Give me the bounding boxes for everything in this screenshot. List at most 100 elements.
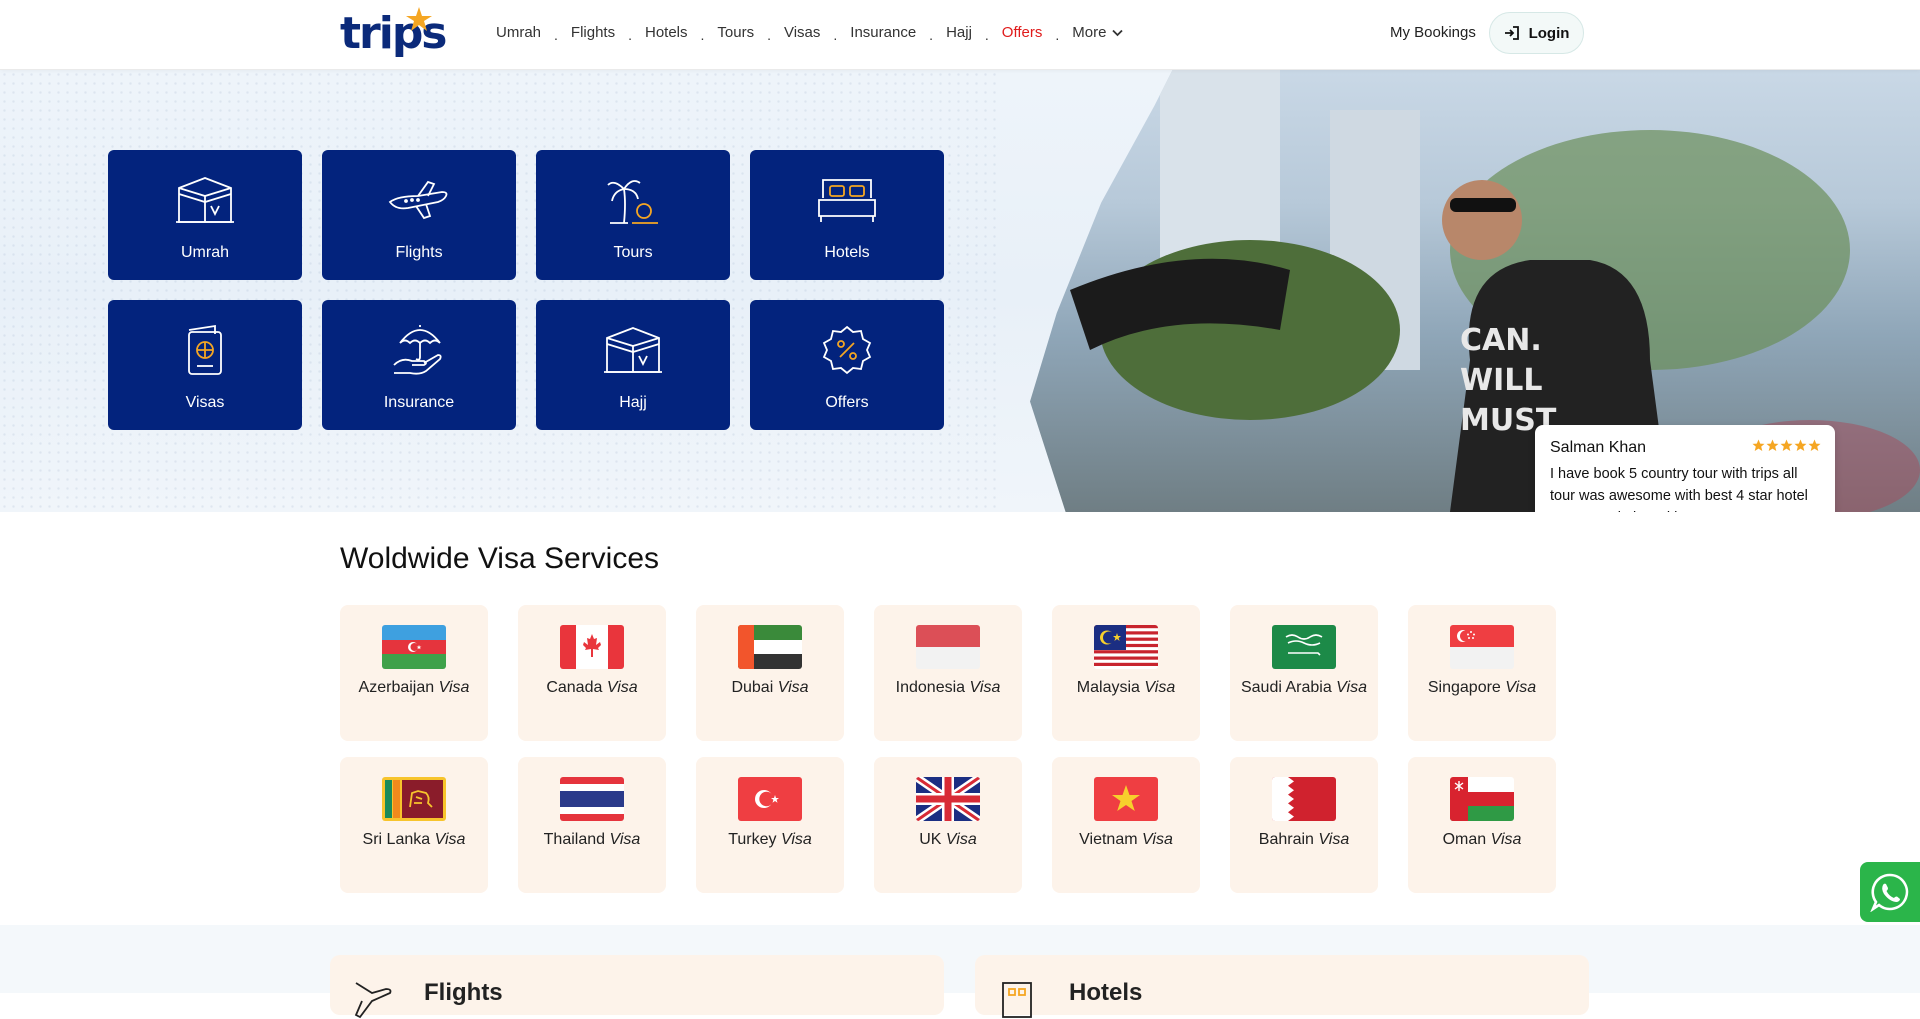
- visa-country-name: Thailand Visa: [543, 831, 641, 848]
- nav-umrah[interactable]: Umrah.: [496, 24, 571, 43]
- palm-tree-icon: [607, 180, 658, 224]
- tile-label: Umrah: [180, 244, 229, 261]
- kaaba-icon: [604, 327, 662, 373]
- visa-country-name: Indonesia Visa: [895, 679, 1001, 696]
- tile-flights[interactable]: Flights: [322, 150, 516, 280]
- my-bookings-link[interactable]: My Bookings: [1390, 24, 1476, 41]
- trips-logo[interactable]: trips: [340, 6, 447, 62]
- tile-tours[interactable]: Tours: [536, 150, 730, 280]
- visa-grid: Azerbaijan Visa Canada Visa Dubai Visa I…: [340, 605, 1556, 893]
- bed-icon: [818, 179, 876, 222]
- airplane-icon: [354, 982, 392, 1019]
- visa-card-indonesia[interactable]: Indonesia Visa: [874, 605, 1022, 741]
- nav-offers[interactable]: Offers.: [1002, 24, 1072, 43]
- tile-label: Flights: [395, 244, 443, 261]
- visa-card-saudi-arabia[interactable]: Saudi Arabia Visa: [1230, 605, 1378, 741]
- nav-hotels[interactable]: Hotels.: [645, 24, 717, 43]
- visa-card-azerbaijan[interactable]: Azerbaijan Visa: [340, 605, 488, 741]
- nav-more[interactable]: More: [1072, 24, 1124, 41]
- flights-panel-title: Flights: [424, 979, 503, 1006]
- tile-label: Offers: [825, 394, 869, 411]
- thailand-flag-icon: [560, 777, 624, 821]
- hotels-panel-title: Hotels: [1069, 979, 1143, 1006]
- visa-card-uk[interactable]: UK Visa: [874, 757, 1022, 893]
- tile-hajj[interactable]: Hajj: [536, 300, 730, 430]
- tile-hotels[interactable]: Hotels: [750, 150, 944, 280]
- tile-offers[interactable]: Offers: [750, 300, 944, 430]
- indonesia-flag-icon: [916, 625, 980, 669]
- visa-card-dubai[interactable]: Dubai Visa: [696, 605, 844, 741]
- visa-country-name: Turkey Visa: [728, 831, 812, 848]
- star-icon: [1752, 439, 1765, 451]
- flights-search-panel: Flights: [330, 955, 944, 1019]
- hotels-search-panel: Hotels: [975, 955, 1589, 1018]
- visa-card-singapore[interactable]: Singapore Visa: [1408, 605, 1556, 741]
- visa-country-name: Bahrain Visa: [1258, 831, 1350, 848]
- tile-visas[interactable]: Visas: [108, 300, 302, 430]
- login-icon: [1504, 26, 1519, 40]
- bahrain-flag-icon: [1272, 777, 1336, 821]
- visa-country-name: Canada Visa: [546, 679, 638, 696]
- visa-country-name: Azerbaijan Visa: [358, 679, 470, 696]
- visa-country-name: Malaysia Visa: [1076, 679, 1176, 696]
- visa-card-malaysia[interactable]: Malaysia Visa: [1052, 605, 1200, 741]
- tile-label: Visas: [185, 394, 225, 411]
- kaaba-icon: [176, 177, 234, 223]
- visa-country-name: Dubai Visa: [731, 679, 809, 696]
- visa-country-name: Saudi Arabia Visa: [1240, 679, 1368, 696]
- testimonial-card: Salman Khan I have book 5 country tour w…: [1535, 425, 1835, 512]
- canada-flag-icon: [560, 625, 624, 669]
- hero-banner: CAN. WILL MUST Umrah Flights Tours Hotel…: [0, 70, 1920, 512]
- visa-card-vietnam[interactable]: Vietnam Visa: [1052, 757, 1200, 893]
- nav-tours[interactable]: Tours.: [717, 24, 784, 43]
- star-icon: [1766, 439, 1779, 451]
- uk-flag-icon: [916, 777, 980, 821]
- star-icon: [1780, 439, 1793, 451]
- visa-section-title: Woldwide Visa Services: [340, 542, 660, 575]
- percent-badge-icon: [822, 325, 872, 375]
- tile-umrah[interactable]: Umrah: [108, 150, 302, 280]
- service-tiles: Umrah Flights Tours Hotels Visas Insuran…: [108, 150, 944, 430]
- visa-country-name: UK Visa: [919, 831, 977, 848]
- oman-flag-icon: [1450, 777, 1514, 821]
- whatsapp-icon: [1870, 873, 1909, 912]
- hotel-building-icon: [1002, 982, 1032, 1018]
- logo-star-icon: [406, 7, 432, 31]
- malaysia-flag-icon: [1094, 625, 1158, 669]
- star-icon: [1808, 439, 1821, 451]
- visa-card-canada[interactable]: Canada Visa: [518, 605, 666, 741]
- tile-label: Hajj: [619, 394, 647, 411]
- login-button[interactable]: Login: [1489, 12, 1584, 54]
- visa-card-thailand[interactable]: Thailand Visa: [518, 757, 666, 893]
- visa-country-name: Oman Visa: [1442, 831, 1522, 848]
- nav-insurance[interactable]: Insurance.: [850, 24, 946, 43]
- main-nav: Umrah. Flights. Hotels. Tours. Visas. In…: [496, 24, 1124, 43]
- visa-card-oman[interactable]: Oman Visa: [1408, 757, 1556, 893]
- visa-card-turkey[interactable]: Turkey Visa: [696, 757, 844, 893]
- star-rating: [1752, 439, 1821, 452]
- nav-visas[interactable]: Visas.: [784, 24, 850, 43]
- tile-label: Tours: [613, 244, 653, 261]
- svg-text:CAN.: CAN.: [1460, 323, 1542, 358]
- review-text: I have book 5 country tour with trips al…: [1550, 466, 1808, 512]
- whatsapp-button[interactable]: [1860, 862, 1920, 922]
- azerbaijan-flag-icon: [382, 625, 446, 669]
- tile-insurance[interactable]: Insurance: [322, 300, 516, 430]
- svg-text:WILL: WILL: [1460, 363, 1543, 398]
- umbrella-hand-icon: [393, 325, 442, 375]
- saudi-arabia-flag-icon: [1272, 625, 1336, 669]
- uae-flag-icon: [738, 625, 802, 669]
- visa-card-bahrain[interactable]: Bahrain Visa: [1230, 757, 1378, 893]
- login-label: Login: [1528, 24, 1570, 42]
- nav-hajj[interactable]: Hajj.: [946, 24, 1002, 43]
- visa-country-name: Vietnam Visa: [1079, 831, 1173, 848]
- visa-country-name: Sri Lanka Visa: [362, 831, 466, 848]
- vietnam-flag-icon: [1094, 777, 1158, 821]
- tile-label: Hotels: [824, 244, 870, 261]
- visa-card-sri-lanka[interactable]: Sri Lanka Visa: [340, 757, 488, 893]
- nav-flights[interactable]: Flights.: [571, 24, 645, 43]
- star-icon: [1794, 439, 1807, 451]
- airplane-icon: [388, 180, 448, 220]
- sri-lanka-flag-icon: [382, 777, 446, 821]
- turkey-flag-icon: [738, 777, 802, 821]
